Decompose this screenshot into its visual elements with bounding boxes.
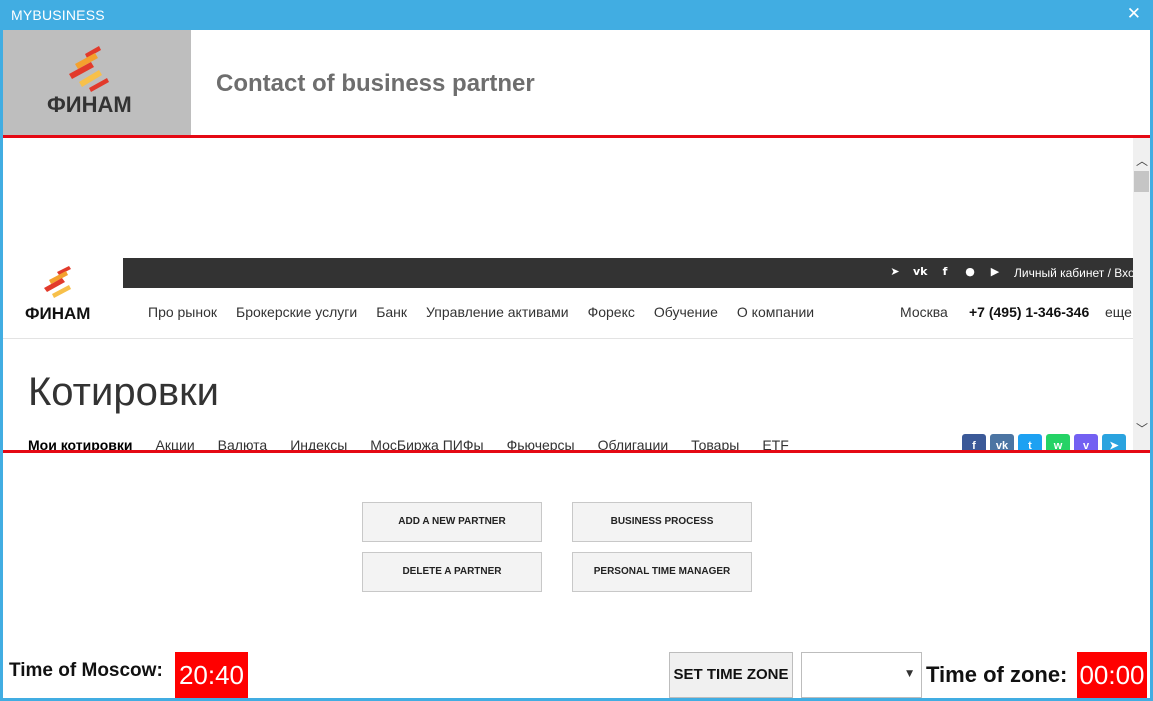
subnav-etf[interactable]: ETF	[762, 437, 788, 450]
youtube-icon[interactable]: ▶	[988, 265, 1002, 279]
subnav-moex-funds[interactable]: МосБиржа ПИФы	[370, 437, 483, 450]
share-telegram-icon[interactable]: ➤	[1102, 434, 1126, 450]
phone-number[interactable]: +7 (495) 1-346-346	[969, 304, 1089, 320]
subnav-commodities[interactable]: Товары	[691, 437, 739, 450]
share-buttons: f vk t w v ➤	[962, 434, 1126, 450]
social-icons: ➤ vk f ● ▶	[888, 265, 1002, 279]
facebook-icon[interactable]: f	[938, 265, 952, 279]
app-window: MYBUSINESS ✕ ФИНАМ Contact of business p…	[0, 0, 1153, 701]
quotes-heading: Котировки	[28, 370, 219, 414]
dropdown-arrow-icon: ▼	[906, 669, 913, 679]
site-logo-text: ФИНАМ	[25, 304, 90, 323]
embedded-webview[interactable]: ➤ vk f ● ▶ Личный кабинет / Вход ФИНАМ П…	[3, 138, 1150, 450]
cabinet-link[interactable]: Личный кабинет / Вход	[1014, 266, 1141, 280]
nav-item-brokerage[interactable]: Брокерские услуги	[236, 304, 357, 320]
zone-time-label: Time of zone:	[926, 662, 1068, 687]
share-twitter-icon[interactable]: t	[1018, 434, 1042, 450]
nav-item-bank[interactable]: Банк	[376, 304, 407, 320]
moscow-time-label: Time of Moscow:	[9, 660, 163, 681]
site-nav: Про рынок Брокерские услуги Банк Управле…	[148, 304, 833, 320]
add-partner-button[interactable]: ADD A NEW PARTNER	[362, 502, 542, 542]
city-selector[interactable]: Москва	[900, 304, 948, 320]
more-label: еще	[1105, 304, 1132, 320]
site-topbar: ➤ vk f ● ▶ Личный кабинет / Вход	[123, 258, 1141, 288]
nav-item-forex[interactable]: Форекс	[588, 304, 635, 320]
site-logo[interactable]: ФИНАМ	[23, 262, 103, 324]
chevron-up-icon[interactable]: ︿	[1136, 152, 1148, 169]
finam-logo: ФИНАМ	[3, 30, 191, 135]
finam-logo-mark: ФИНАМ	[47, 46, 132, 117]
share-facebook-icon[interactable]: f	[962, 434, 986, 450]
zone-clock: 00:00	[1077, 652, 1147, 698]
business-process-button[interactable]: BUSINESS PROCESS	[572, 502, 752, 542]
window-title: MYBUSINESS	[11, 7, 105, 23]
webview-scrollbar[interactable]: ︿ ﹀	[1133, 138, 1150, 450]
share-whatsapp-icon[interactable]: w	[1046, 434, 1070, 450]
odnoklassniki-icon[interactable]: ●	[963, 265, 977, 279]
moscow-clock: 20:40	[175, 652, 248, 698]
bottom-divider	[3, 450, 1150, 453]
set-time-zone-button[interactable]: SET TIME ZONE	[669, 652, 793, 698]
title-bar: MYBUSINESS ✕	[0, 0, 1153, 30]
header: ФИНАМ Contact of business partner	[3, 30, 1150, 135]
page-title: Contact of business partner	[216, 70, 535, 97]
logo-text: ФИНАМ	[47, 92, 132, 117]
site-logo-mark: ФИНАМ	[25, 266, 90, 323]
close-icon[interactable]: ✕	[1127, 5, 1141, 23]
nav-item-market[interactable]: Про рынок	[148, 304, 217, 320]
nav-item-about[interactable]: О компании	[737, 304, 814, 320]
subnav-indices[interactable]: Индексы	[290, 437, 347, 450]
site-divider	[3, 338, 1133, 339]
nav-item-education[interactable]: Обучение	[654, 304, 718, 320]
share-vk-icon[interactable]: vk	[990, 434, 1014, 450]
subnav-bonds[interactable]: Облигации	[598, 437, 669, 450]
chevron-down-icon[interactable]: ﹀	[1136, 420, 1148, 437]
subnav-futures[interactable]: Фьючерсы	[507, 437, 575, 450]
personal-time-manager-button[interactable]: PERSONAL TIME MANAGER	[572, 552, 752, 592]
subnav-stocks[interactable]: Акции	[156, 437, 195, 450]
time-zone-select[interactable]: ▼	[801, 652, 922, 698]
vk-icon[interactable]: vk	[913, 265, 928, 279]
scrollbar-thumb[interactable]	[1134, 171, 1149, 192]
share-viber-icon[interactable]: v	[1074, 434, 1098, 450]
nav-item-asset-management[interactable]: Управление активами	[426, 304, 569, 320]
quotes-subnav: Мои котировки Акции Валюта Индексы МосБи…	[28, 437, 812, 450]
telegram-icon[interactable]: ➤	[888, 265, 902, 279]
subnav-currency[interactable]: Валюта	[218, 437, 268, 450]
delete-partner-button[interactable]: DELETE A PARTNER	[362, 552, 542, 592]
subnav-my-quotes[interactable]: Мои котировки	[28, 437, 133, 450]
